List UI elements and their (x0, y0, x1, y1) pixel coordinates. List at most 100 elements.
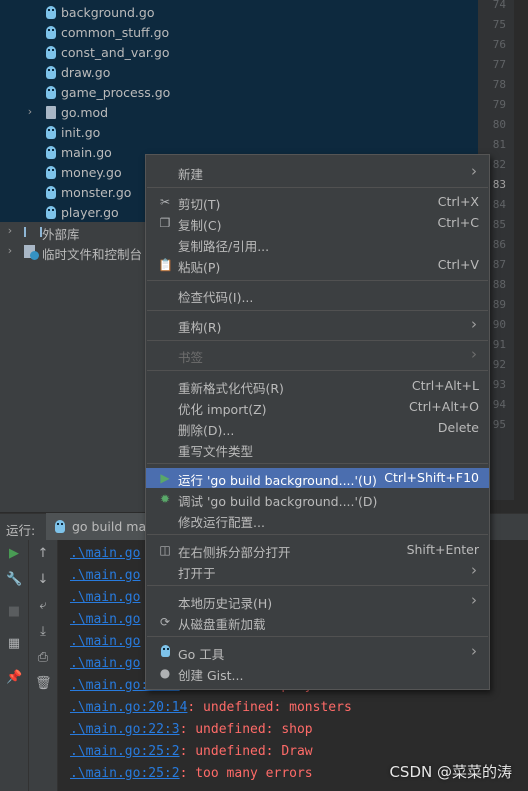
rerun-icon[interactable]: ▶ (6, 546, 22, 562)
menu-item-local-history[interactable]: 本地历史记录(H) › (146, 591, 489, 611)
menu-item-paste[interactable]: 📋 粘贴(P) Ctrl+V (146, 255, 489, 275)
tree-item-file[interactable]: const_and_var.go (0, 43, 478, 63)
menu-separator (147, 463, 488, 464)
menu-item-label: 在右侧拆分部分打开 (178, 545, 291, 560)
menu-item-copy[interactable]: ❐ 复制(C) Ctrl+C (146, 213, 489, 233)
chevron-right-icon: › (471, 162, 477, 180)
console-line: .\main.go (70, 634, 140, 656)
console-link[interactable]: .\main.go (70, 656, 140, 671)
menu-item-run[interactable]: ▶ 运行 'go build background....'(U) Ctrl+Shi… (146, 468, 489, 488)
menu-item-label: 复制(C) (178, 218, 222, 233)
run-panel-label: 运行: (6, 523, 36, 538)
menu-item-shortcut: Ctrl+V (437, 257, 479, 272)
menu-item-open-right-split[interactable]: ◫ 在右侧拆分部分打开 Shift+Enter (146, 540, 489, 560)
chevron-right-icon: › (471, 591, 477, 609)
go-file-icon (46, 186, 56, 199)
menu-separator (147, 340, 488, 341)
run-toolbar-secondary: ↑ ↓ ⤶ ⤓ ⎙ 🗑 (29, 540, 58, 791)
console-link[interactable]: .\main.go (70, 590, 140, 605)
tree-item-file[interactable]: draw.go (0, 63, 478, 83)
menu-item-delete[interactable]: 删除(D)... Delete (146, 418, 489, 438)
chevron-right-icon[interactable]: › (5, 244, 15, 258)
menu-item-reformat-code[interactable]: 重新格式化代码(R) Ctrl+Alt+L (146, 376, 489, 396)
arrow-up-icon[interactable]: ↑ (35, 546, 51, 562)
menu-separator (147, 280, 488, 281)
layout-icon[interactable]: ▦ (6, 636, 22, 652)
editor-area[interactable] (514, 0, 528, 500)
menu-item-label: 优化 import(Z) (178, 402, 267, 417)
menu-item-shortcut: Ctrl+X (437, 194, 479, 209)
menu-item-go-tools[interactable]: Go 工具 › (146, 642, 489, 662)
menu-item-refactor[interactable]: 重构(R) › (146, 315, 489, 335)
menu-item-shortcut: Delete (437, 420, 479, 435)
menu-item-label: Go 工具 (178, 647, 225, 662)
scissors-icon: ✂ (159, 195, 171, 209)
file-name: go.mod (61, 105, 109, 120)
menu-item-cut[interactable]: ✂ 剪切(T) Ctrl+X (146, 192, 489, 212)
tree-item-file[interactable]: background.go (0, 3, 478, 23)
tree-item-file[interactable]: game_process.go (0, 83, 478, 103)
menu-item-modify-run-config[interactable]: 修改运行配置... (146, 510, 489, 530)
menu-item-override-file-type[interactable]: 重写文件类型 (146, 439, 489, 459)
soft-wrap-icon[interactable]: ⤶ (35, 598, 51, 614)
menu-item-open-in[interactable]: 打开于 › (146, 561, 489, 581)
menu-item-inspect-code[interactable]: 检查代码(I)... (146, 285, 489, 305)
chevron-right-icon: › (471, 315, 477, 333)
go-file-icon (46, 66, 56, 79)
console-link[interactable]: .\main.go:25:2 (70, 766, 180, 781)
go-file-icon (46, 26, 56, 39)
file-name: init.go (61, 125, 101, 140)
console-line: .\main.go (70, 590, 140, 612)
file-name: game_process.go (61, 85, 171, 100)
line-number: 75 (492, 18, 506, 31)
print-icon[interactable]: ⎙ (35, 650, 51, 666)
file-name: main.go (61, 145, 112, 160)
menu-item-shortcut: Ctrl+Shift+F10 (384, 470, 479, 485)
run-toolbar: ▶ 🔧 ■ ▦ 📌 (0, 540, 29, 791)
menu-item-optimize-imports[interactable]: 优化 import(Z) Ctrl+Alt+O (146, 397, 489, 417)
menu-item-label: 创建 Gist... (178, 668, 244, 683)
menu-item-label: 修改运行配置... (178, 515, 265, 530)
tree-item-file[interactable]: › go.mod (0, 103, 478, 123)
menu-item-label: 新建 (178, 167, 204, 182)
console-link[interactable]: .\main.go:25:2 (70, 744, 180, 759)
menu-item-label: 重写文件类型 (178, 444, 254, 459)
scroll-to-end-icon[interactable]: ⤓ (35, 624, 51, 640)
run-tab[interactable]: go build ma (46, 513, 146, 540)
console-link[interactable]: .\main.go:20:14 (70, 700, 187, 715)
go-file-icon (46, 46, 56, 59)
console-line: .\main.go (70, 612, 140, 634)
menu-item-label: 重新格式化代码(R) (178, 381, 284, 396)
file-name: const_and_var.go (61, 45, 170, 60)
console-link[interactable]: .\main.go:22:3 (70, 722, 180, 737)
arrow-down-icon[interactable]: ↓ (35, 572, 51, 588)
chevron-right-icon: › (471, 345, 477, 363)
console-link[interactable]: .\main.go (70, 634, 140, 649)
chevron-right-icon[interactable]: › (5, 224, 15, 238)
file-name: player.go (61, 205, 119, 220)
console-link[interactable]: .\main.go (70, 568, 140, 583)
go-file-icon (55, 520, 65, 533)
tree-item-file[interactable]: init.go (0, 123, 478, 143)
menu-item-new[interactable]: 新建 › (146, 162, 489, 182)
chevron-right-icon[interactable]: › (25, 105, 35, 119)
menu-item-label: 从磁盘重新加载 (178, 617, 266, 632)
pin-icon[interactable]: 📌 (6, 670, 22, 686)
tree-item-file[interactable]: common_stuff.go (0, 23, 478, 43)
context-menu: 新建 › ✂ 剪切(T) Ctrl+X ❐ 复制(C) Ctrl+C 复制路径/引用...… (145, 154, 490, 690)
wrench-icon[interactable]: 🔧 (6, 572, 22, 588)
line-number: 74 (492, 0, 506, 11)
menu-item-label: 运行 'go build background....'(U) (178, 473, 377, 488)
menu-item-copy-path[interactable]: 复制路径/引用... (146, 234, 489, 254)
console-link[interactable]: .\main.go (70, 612, 140, 627)
console-error-text: : undefined: monsters (187, 700, 352, 715)
console-error-text: : undefined: shop (179, 722, 313, 737)
menu-item-label: 调试 'go build background....'(D) (178, 494, 378, 509)
menu-item-debug[interactable]: ✹ 调试 'go build background....'(D) (146, 489, 489, 509)
console-link[interactable]: .\main.go (70, 546, 140, 561)
menu-item-create-gist[interactable]: ● 创建 Gist... (146, 663, 489, 683)
menu-item-reload-from-disk[interactable]: ⟳ 从磁盘重新加载 (146, 612, 489, 632)
trash-icon[interactable]: 🗑 (35, 676, 52, 692)
stop-icon[interactable]: ■ (6, 604, 22, 620)
file-name: background.go (61, 5, 155, 20)
